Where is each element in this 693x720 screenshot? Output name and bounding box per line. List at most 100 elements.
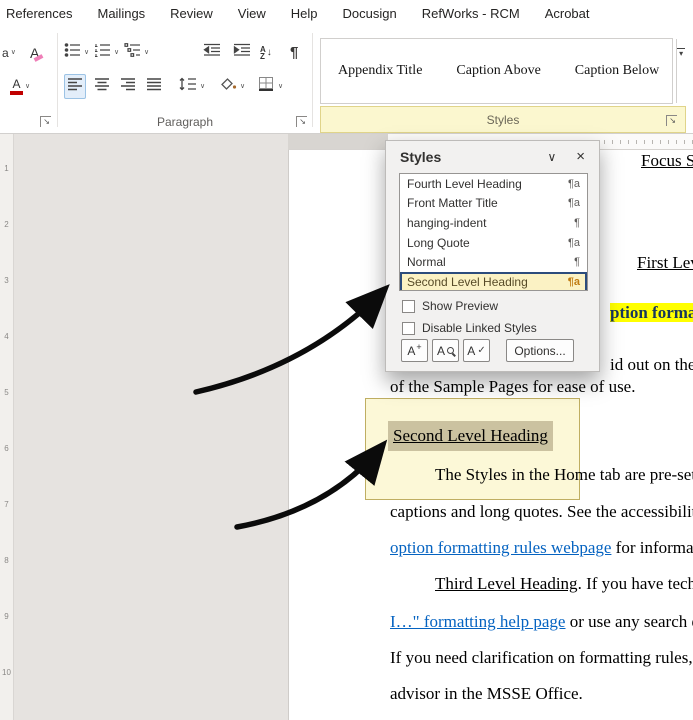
style-inspector-button[interactable]: A xyxy=(432,339,459,362)
numbering-button[interactable]: ∨ xyxy=(92,40,121,65)
line-spacing-button[interactable]: ∨ xyxy=(176,74,207,99)
linked-style-mark-icon: ¶a xyxy=(567,275,580,288)
chevron-down-icon: ∨ xyxy=(114,49,120,56)
chevron-down-icon: ∨ xyxy=(25,83,31,90)
align-right-button[interactable] xyxy=(118,74,138,99)
ruler-number: 7 xyxy=(4,500,9,509)
options-button[interactable]: Options... xyxy=(506,339,574,362)
doc-line-sample-pages[interactable]: of the Sample Pages for ease of use. xyxy=(390,377,635,397)
clear-formatting-button[interactable]: A xyxy=(28,40,44,65)
ruler-number: 3 xyxy=(4,276,9,285)
styles-pane-header[interactable]: Styles ∨ × xyxy=(386,141,599,169)
doc-line-styles-home[interactable]: The Styles in the Home tab are pre-set f xyxy=(435,465,693,485)
tab-review[interactable]: Review xyxy=(170,6,213,21)
checkbox-icon[interactable] xyxy=(402,321,415,335)
paragraph-mark-icon: ¶ xyxy=(574,216,580,229)
justify-button[interactable] xyxy=(144,74,164,99)
style-item-long-quote[interactable]: Long Quote ¶a xyxy=(400,233,587,253)
gallery-style-caption-above[interactable]: Caption Above xyxy=(439,63,557,79)
bullets-button[interactable]: ∨ xyxy=(62,40,91,65)
option-formatting-link[interactable]: option formatting rules webpage xyxy=(390,538,611,557)
clear-formatting-icon: A xyxy=(30,46,44,62)
style-item-normal[interactable]: Normal ¶ xyxy=(400,252,587,272)
group-separator xyxy=(312,33,313,127)
manage-styles-button[interactable]: A ✓ xyxy=(463,339,490,362)
group-separator xyxy=(57,33,58,127)
doc-line-third-level[interactable]: Third Level Heading. If you have techni xyxy=(435,574,693,594)
disable-linked-styles-label: Disable Linked Styles xyxy=(422,321,537,335)
tab-docusign[interactable]: Docusign xyxy=(343,6,397,21)
ruler-number: 4 xyxy=(4,332,9,341)
ribbon-tab-bar: References Mailings Review View Help Doc… xyxy=(0,0,693,27)
align-center-button[interactable] xyxy=(92,74,112,99)
increase-indent-icon xyxy=(232,42,252,63)
new-style-button[interactable]: A + xyxy=(401,339,428,362)
doc-line-captions[interactable]: captions and long quotes. See the access… xyxy=(390,502,693,522)
vertical-ruler[interactable]: 1 2 3 4 5 6 7 8 9 10 xyxy=(0,134,14,720)
paint-bucket-icon xyxy=(218,76,238,97)
style-item-label: hanging-indent xyxy=(407,215,487,230)
font-color-button[interactable]: A ∨ xyxy=(8,74,32,99)
multilevel-list-icon xyxy=(124,42,142,63)
align-right-icon xyxy=(120,77,136,96)
style-item-front-matter-title[interactable]: Front Matter Title ¶a xyxy=(400,194,587,214)
font-dialog-launcher[interactable]: ↘ xyxy=(40,116,51,127)
gallery-more-button[interactable]: ▾ xyxy=(676,39,686,103)
doc-line-clarification[interactable]: If you need clarification on formatting … xyxy=(390,648,693,668)
align-left-button[interactable] xyxy=(64,74,86,99)
doc-first-level-heading[interactable]: First Lev xyxy=(637,253,693,273)
style-item-label: Normal xyxy=(407,255,446,270)
align-center-icon xyxy=(94,77,110,96)
multilevel-list-button[interactable]: ∨ xyxy=(122,40,151,65)
chevron-down-icon: ∨ xyxy=(200,83,206,90)
linked-style-mark-icon: ¶a xyxy=(567,177,580,190)
word-window: References Mailings Review View Help Doc… xyxy=(0,0,693,720)
doc-highlighted-fragment[interactable]: ption formatt xyxy=(610,303,693,323)
doc-line-help-page[interactable]: I…" formatting help page or use any sear… xyxy=(390,612,693,632)
increase-indent-button[interactable] xyxy=(230,40,254,65)
decrease-indent-button[interactable] xyxy=(200,40,224,65)
style-item-hanging-indent[interactable]: hanging-indent ¶ xyxy=(400,213,587,233)
borders-button[interactable]: ∨ xyxy=(256,74,285,99)
borders-grid-icon xyxy=(258,76,276,97)
styles-gallery: Appendix Title Caption Above Caption Bel… xyxy=(320,38,686,104)
gallery-style-appendix-title[interactable]: Appendix Title xyxy=(321,63,439,79)
tab-view[interactable]: View xyxy=(238,6,266,21)
style-item-fourth-level-heading[interactable]: Fourth Level Heading ¶a xyxy=(400,174,587,194)
sort-button[interactable]: AZ ↓ xyxy=(258,40,274,65)
ruler-number: 10 xyxy=(2,668,11,677)
change-case-button[interactable]: a ∨ xyxy=(0,40,18,65)
ruler-number: 1 xyxy=(4,164,9,173)
ruler-number: 9 xyxy=(4,612,9,621)
line-spacing-icon xyxy=(178,76,198,97)
tab-mailings[interactable]: Mailings xyxy=(97,6,145,21)
gallery-style-caption-below[interactable]: Caption Below xyxy=(558,63,676,79)
tab-acrobat[interactable]: Acrobat xyxy=(545,6,590,21)
justify-icon xyxy=(146,77,162,96)
chevron-down-icon: ∨ xyxy=(144,49,150,56)
show-preview-checkbox[interactable]: Show Preview xyxy=(402,299,498,313)
close-icon[interactable]: × xyxy=(576,148,585,165)
style-item-second-level-heading[interactable]: Second Level Heading ¶a xyxy=(400,271,587,290)
tab-references[interactable]: References xyxy=(6,6,72,21)
shading-button[interactable]: ∨ xyxy=(216,74,247,99)
chevron-down-icon[interactable]: ∨ xyxy=(547,150,556,164)
lowercase-a-icon: a xyxy=(2,45,9,60)
styles-pane-launcher[interactable]: ↘ xyxy=(666,115,677,126)
checkbox-icon[interactable] xyxy=(402,299,415,313)
paragraph-dialog-launcher[interactable]: ↘ xyxy=(296,116,307,127)
style-item-label: Long Quote xyxy=(407,235,470,250)
formatting-help-link[interactable]: I…" formatting help page xyxy=(390,612,565,631)
doc-heading-focus-state[interactable]: Focus State xyxy=(641,151,693,171)
disable-linked-styles-checkbox[interactable]: Disable Linked Styles xyxy=(402,321,537,335)
styles-group-label-bar: Styles ↘ xyxy=(320,106,686,133)
doc-line-option-formatting[interactable]: option formatting rules webpage for info… xyxy=(390,538,693,558)
doc-second-level-heading[interactable]: Second Level Heading xyxy=(388,421,553,451)
styles-group-label: Styles xyxy=(486,112,520,127)
doc-line-laid-out[interactable]: id out on the S xyxy=(610,355,693,375)
show-hide-marks-button[interactable]: ¶ xyxy=(288,40,300,65)
tab-help[interactable]: Help xyxy=(291,6,318,21)
style-item-label: Fourth Level Heading xyxy=(407,176,522,191)
doc-line-advisor[interactable]: advisor in the MSSE Office. xyxy=(390,684,583,704)
tab-refworks[interactable]: RefWorks - RCM xyxy=(422,6,520,21)
